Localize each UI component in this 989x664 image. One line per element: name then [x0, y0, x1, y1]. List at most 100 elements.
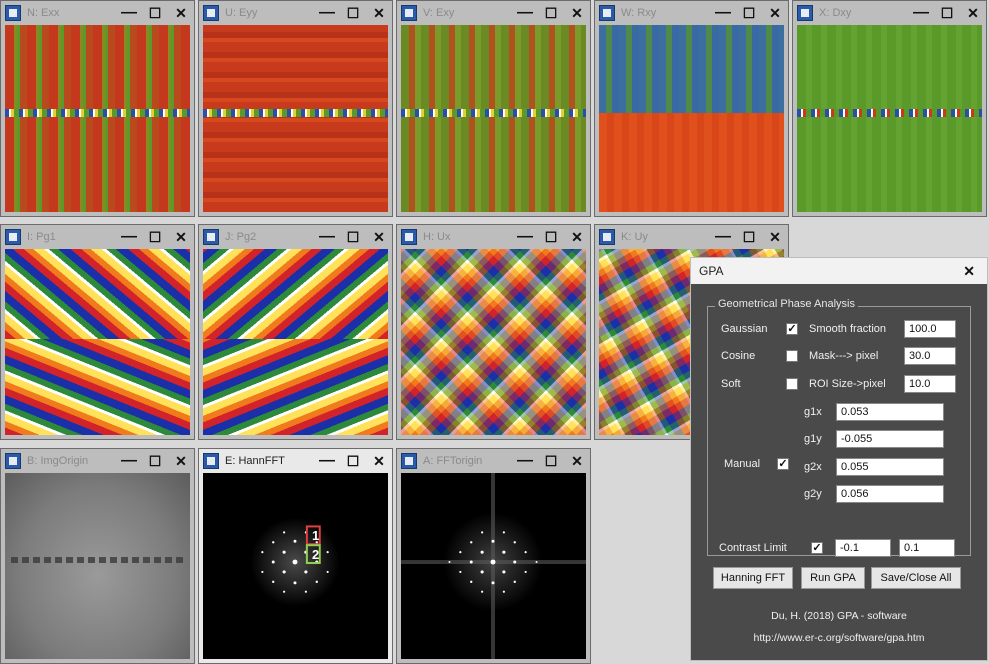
close-button[interactable]: ✕ [168, 1, 194, 25]
save-close-all-button[interactable]: Save/Close All [871, 567, 961, 589]
contrast-min-field[interactable]: -0.1 [835, 539, 891, 557]
close-button[interactable]: ✕ [564, 1, 590, 25]
minimize-button[interactable]: — [314, 225, 340, 249]
window-dxy[interactable]: X: Dxy — ☐ ✕ [792, 0, 987, 217]
app-icon [599, 229, 615, 245]
close-button[interactable]: ✕ [168, 449, 194, 473]
titlebar[interactable]: V: Exy — ☐ ✕ [397, 1, 590, 25]
titlebar[interactable]: U: Eyy — ☐ ✕ [199, 1, 392, 25]
maximize-button[interactable]: ☐ [142, 225, 168, 249]
contrast-max-field[interactable]: 0.1 [899, 539, 955, 557]
smooth-fraction-label: Smooth fraction [809, 323, 887, 335]
minimize-button[interactable]: — [116, 449, 142, 473]
exx-strain-map [5, 25, 190, 212]
maximize-button[interactable]: ☐ [340, 225, 366, 249]
minimize-button[interactable]: — [314, 449, 340, 473]
titlebar[interactable]: W: Rxy — ☐ ✕ [595, 1, 788, 25]
titlebar[interactable]: X: Dxy — ☐ ✕ [793, 1, 986, 25]
soft-checkbox[interactable] [786, 378, 798, 390]
maximize-button[interactable]: ☐ [736, 225, 762, 249]
minimize-button[interactable]: — [314, 1, 340, 25]
close-button[interactable]: ✕ [168, 225, 194, 249]
contrast-limit-checkbox[interactable]: ✓ [811, 542, 823, 554]
app-icon [401, 5, 417, 21]
app-icon [401, 453, 417, 469]
maximize-button[interactable]: ☐ [934, 1, 960, 25]
close-button[interactable]: ✕ [366, 1, 392, 25]
titlebar[interactable]: A: FFTorigin — ☐ ✕ [397, 449, 590, 473]
g1x-field[interactable]: 0.053 [836, 403, 944, 421]
window-title: H: Ux [423, 231, 451, 243]
minimize-button[interactable]: — [116, 1, 142, 25]
window-title: W: Rxy [621, 7, 657, 19]
maximize-button[interactable]: ☐ [736, 1, 762, 25]
maximize-button[interactable]: ☐ [142, 449, 168, 473]
marker-2-label: 2 [312, 547, 320, 562]
gpa-dialog[interactable]: GPA ✕ Geometrical Phase Analysis Gaussia… [690, 257, 988, 661]
g2x-field[interactable]: 0.055 [836, 458, 944, 476]
close-button[interactable]: ✕ [366, 225, 392, 249]
window-pg1[interactable]: I: Pg1 — ☐ ✕ [0, 224, 195, 440]
g1y-label: g1y [804, 433, 822, 445]
titlebar[interactable]: K: Uy — ☐ ✕ [595, 225, 788, 249]
g1y-field[interactable]: -0.055 [836, 430, 944, 448]
titlebar[interactable]: B: ImgOrigin — ☐ ✕ [1, 449, 194, 473]
window-exx[interactable]: N: Exx — ☐ ✕ [0, 0, 195, 217]
close-button[interactable]: ✕ [564, 225, 590, 249]
close-button[interactable]: ✕ [564, 449, 590, 473]
minimize-button[interactable]: — [512, 1, 538, 25]
titlebar[interactable]: E: HannFFT — ☐ ✕ [199, 449, 392, 473]
window-fft-origin[interactable]: A: FFTorigin — ☐ ✕ [396, 448, 591, 664]
exy-strain-map [401, 25, 586, 212]
software-url[interactable]: http://www.er-c.org/software/gpa.htm [691, 632, 987, 644]
manual-checkbox[interactable]: ✓ [777, 458, 789, 470]
pg2-phase-map [203, 249, 388, 435]
minimize-button[interactable]: — [710, 225, 736, 249]
close-button[interactable]: ✕ [762, 225, 788, 249]
window-img-origin[interactable]: B: ImgOrigin — ☐ ✕ [0, 448, 195, 664]
maximize-button[interactable]: ☐ [340, 449, 366, 473]
minimize-button[interactable]: — [908, 1, 934, 25]
titlebar[interactable]: I: Pg1 — ☐ ✕ [1, 225, 194, 249]
hann-fft-image[interactable]: 1 2 [203, 473, 388, 659]
minimize-button[interactable]: — [116, 225, 142, 249]
window-pg2[interactable]: J: Pg2 — ☐ ✕ [198, 224, 393, 440]
titlebar[interactable]: H: Ux — ☐ ✕ [397, 225, 590, 249]
app-icon [5, 229, 21, 245]
maximize-button[interactable]: ☐ [340, 1, 366, 25]
ux-displacement-map [401, 249, 586, 435]
smooth-fraction-field[interactable]: 100.0 [904, 320, 956, 338]
mask-pixel-field[interactable]: 30.0 [904, 347, 956, 365]
maximize-button[interactable]: ☐ [538, 1, 564, 25]
close-button[interactable]: ✕ [960, 1, 986, 25]
maximize-button[interactable]: ☐ [538, 449, 564, 473]
maximize-button[interactable]: ☐ [538, 225, 564, 249]
roi-size-field[interactable]: 10.0 [904, 375, 956, 393]
hanning-fft-button[interactable]: Hanning FFT [713, 567, 793, 589]
eyy-strain-map [203, 25, 388, 212]
window-hann-fft[interactable]: E: HannFFT — ☐ ✕ 1 2 [198, 448, 393, 664]
window-exy[interactable]: V: Exy — ☐ ✕ [396, 0, 591, 217]
gpa-titlebar[interactable]: GPA ✕ [691, 258, 987, 284]
run-gpa-button[interactable]: Run GPA [801, 567, 865, 589]
titlebar[interactable]: N: Exx — ☐ ✕ [1, 1, 194, 25]
app-icon [5, 5, 21, 21]
minimize-button[interactable]: — [512, 449, 538, 473]
g2y-field[interactable]: 0.056 [836, 485, 944, 503]
close-button[interactable]: ✕ [366, 449, 392, 473]
gaussian-checkbox[interactable]: ✓ [786, 323, 798, 335]
titlebar[interactable]: J: Pg2 — ☐ ✕ [199, 225, 392, 249]
cosine-checkbox[interactable] [786, 350, 798, 362]
window-eyy[interactable]: U: Eyy — ☐ ✕ [198, 0, 393, 217]
close-button[interactable]: ✕ [762, 1, 788, 25]
maximize-button[interactable]: ☐ [142, 1, 168, 25]
window-ux[interactable]: H: Ux — ☐ ✕ [396, 224, 591, 440]
gaussian-label: Gaussian [721, 323, 768, 335]
minimize-button[interactable]: — [512, 225, 538, 249]
window-title: J: Pg2 [225, 231, 257, 243]
window-title: X: Dxy [819, 7, 852, 19]
window-rxy[interactable]: W: Rxy — ☐ ✕ [594, 0, 789, 217]
minimize-button[interactable]: — [710, 1, 736, 25]
window-title: E: HannFFT [225, 455, 285, 467]
gpa-close-button[interactable]: ✕ [963, 263, 975, 280]
